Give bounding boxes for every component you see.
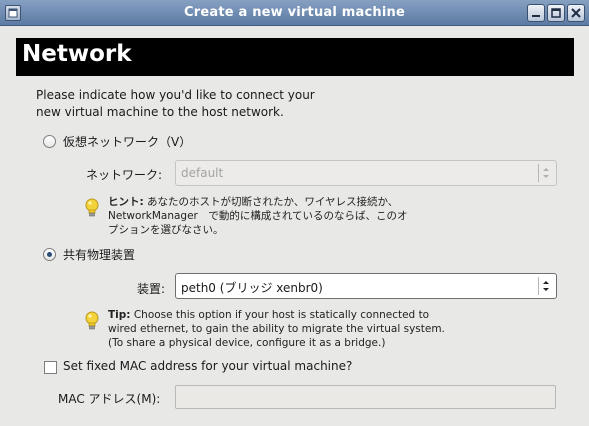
fixed-mac-checkbox[interactable]	[44, 361, 57, 374]
shared-device-radio[interactable]	[43, 248, 56, 261]
shared-device-label[interactable]: 共有物理装置	[63, 246, 135, 263]
device-label: 装置:	[137, 282, 166, 296]
hint-line: プションを選びなさい。	[108, 224, 224, 236]
network-combo-value: default	[181, 166, 224, 180]
lightbulb-icon	[85, 311, 99, 330]
device-combo[interactable]: peth0 (ブリッジ xenbr0)	[175, 273, 557, 299]
minimize-icon	[532, 15, 540, 17]
hint-title: ヒント:	[108, 196, 144, 208]
tip-line: (To share a physical device, configure i…	[108, 337, 386, 349]
virtual-network-hint: ヒント: あなたのホストが切断されたか、ワイヤレス接続か、 NetworkMan…	[108, 195, 408, 237]
spin-arrows-icon	[538, 164, 552, 182]
shared-device-tip: Tip: Choose this option if your host is …	[108, 308, 445, 350]
virtual-network-label[interactable]: 仮想ネットワーク（V）	[63, 133, 191, 150]
maximize-button[interactable]	[547, 4, 565, 22]
tip-title: Tip:	[108, 309, 131, 321]
network-label: ネットワーク:	[86, 168, 163, 182]
intro-line: Please indicate how you'd like to connec…	[36, 88, 315, 102]
window-title: Create a new virtual machine	[184, 5, 405, 20]
spin-arrows-icon	[538, 277, 552, 295]
page-title: Network	[16, 38, 574, 76]
device-combo-value: peth0 (ブリッジ xenbr0)	[181, 281, 323, 295]
mac-address-label: MAC アドレス(M):	[58, 392, 161, 406]
mac-address-field[interactable]	[175, 385, 556, 409]
minimize-button[interactable]	[527, 4, 545, 22]
hint-line: あなたのホストが切断されたか、ワイヤレス接続か、	[147, 196, 399, 208]
maximize-icon	[551, 8, 561, 18]
tip-line: wired ethernet, to gain the ability to m…	[108, 323, 445, 335]
fixed-mac-label[interactable]: Set fixed MAC address for your virtual m…	[63, 359, 352, 373]
intro-line: new virtual machine to the host network.	[36, 105, 284, 119]
network-combo[interactable]: default	[175, 160, 557, 186]
tip-line: Choose this option if your host is stati…	[133, 309, 430, 321]
virtual-network-radio[interactable]	[43, 135, 56, 148]
lightbulb-icon	[85, 198, 99, 217]
intro-text: Please indicate how you'd like to connec…	[36, 87, 356, 121]
close-button[interactable]	[567, 4, 585, 22]
title-bar[interactable]: Create a new virtual machine	[0, 0, 589, 26]
close-icon	[571, 8, 581, 18]
wizard-content: Network Please indicate how you'd like t…	[0, 26, 589, 426]
hint-line: NetworkManager で動的に構成されているのならば、このオ	[108, 210, 408, 222]
